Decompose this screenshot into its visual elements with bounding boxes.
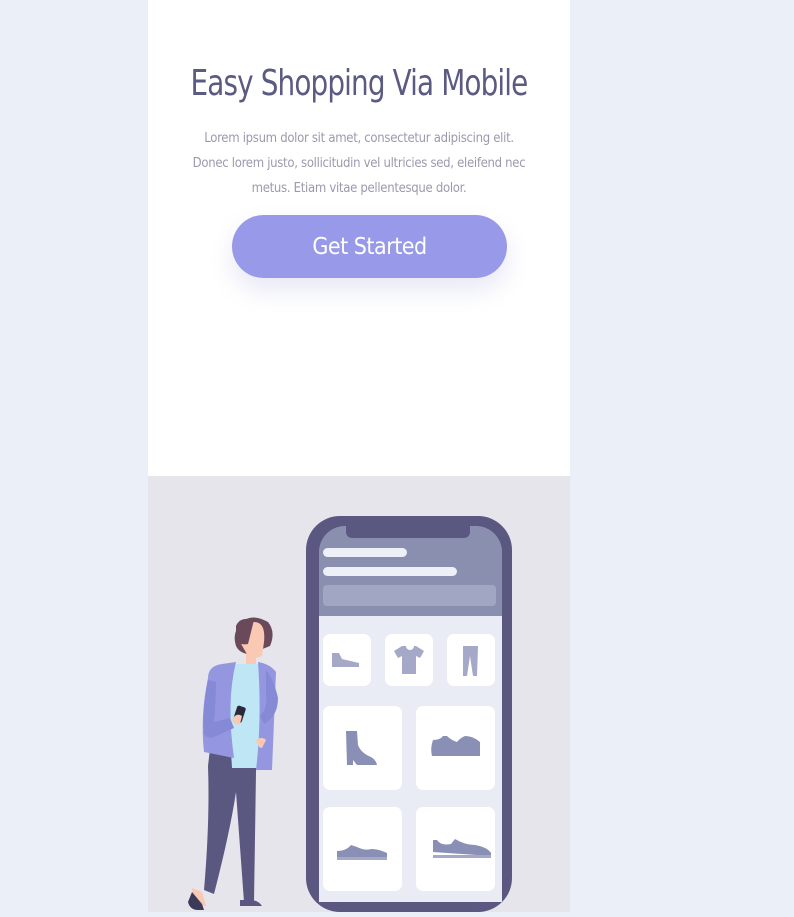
illustration-svg — [188, 516, 512, 912]
product-tile-boot — [323, 706, 402, 790]
product-tile-sneaker — [323, 634, 371, 686]
landing-card: Easy Shopping Via Mobile Lorem ipsum dol… — [148, 0, 570, 912]
get-started-button[interactable]: Get Started — [232, 215, 507, 278]
hero-description: Lorem ipsum dolor sit amet, consectetur … — [192, 131, 526, 196]
woman-figure — [188, 617, 278, 910]
shopping-illustration — [148, 476, 570, 912]
product-tile-sneaker — [323, 807, 402, 891]
hero-title: Easy Shopping Via Mobile — [190, 63, 529, 104]
